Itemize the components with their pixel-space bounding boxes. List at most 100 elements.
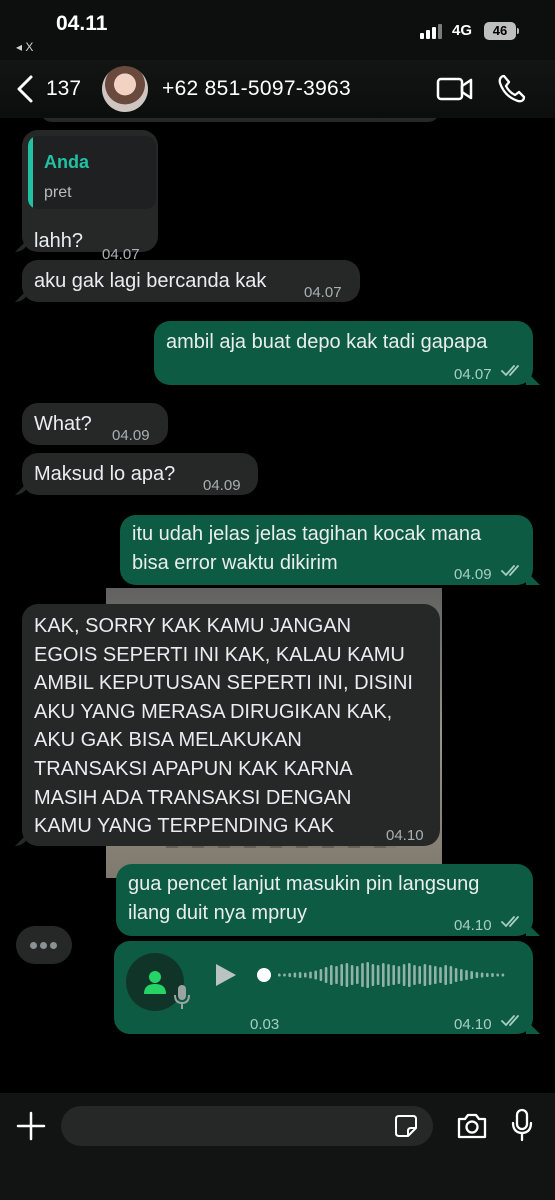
waveform-bar [439, 967, 442, 983]
waveform-bar [454, 968, 458, 982]
waveform-bar [408, 963, 411, 987]
message-time: 04.09 [112, 427, 150, 444]
waveform-bar [418, 966, 421, 984]
message-time: 04.10 [454, 1016, 492, 1033]
message-bubble-outgoing[interactable]: ambil aja buat depo kak tadi gapapa 04.0… [154, 321, 533, 385]
message-bubble-outgoing[interactable]: itu udah jelas jelas tagihan kocak mana … [120, 515, 533, 585]
message-time: 04.07 [454, 366, 492, 383]
waveform-bar [423, 964, 427, 986]
waveform-bar [366, 962, 369, 988]
sticker-icon[interactable] [394, 1114, 418, 1138]
waveform-bar [293, 972, 297, 978]
waveform-bar [319, 969, 323, 981]
waveform-bar [330, 965, 333, 985]
waveform-bar [288, 973, 291, 977]
message-bubble-incoming[interactable]: What? 04.09 [22, 403, 168, 445]
message-bubble-incoming[interactable]: aku gak lagi bercanda kak 04.07 [22, 260, 360, 302]
waveform-bar [491, 973, 494, 977]
read-receipt-icon [501, 365, 519, 377]
waveform-bar [475, 972, 479, 978]
message-list[interactable]: Anda pret lahh? 04.07 aku gak lagi berca… [0, 118, 555, 1093]
waveform-bar [397, 966, 401, 984]
waveform-bar [496, 973, 499, 977]
voice-duration: 0.03 [250, 1016, 280, 1033]
read-receipt-icon [501, 916, 519, 928]
network-type: 4G [452, 22, 473, 39]
waveform-bar [480, 972, 484, 978]
message-bubble-incoming[interactable]: Anda pret lahh? 04.07 [22, 130, 158, 263]
message-bubble-incoming[interactable]: KAK, SORRY KAK KAMU JANGAN EGOIS SEPERTI… [22, 604, 440, 846]
waveform-bar [283, 973, 286, 977]
quote-author: Anda [44, 152, 89, 172]
previous-message-bubble [40, 118, 440, 122]
message-text: Maksud lo apa? [34, 463, 176, 485]
waveform-bar [298, 972, 302, 978]
waveform-bar [361, 963, 364, 987]
message-time: 04.10 [386, 827, 424, 844]
audio-waveform[interactable] [256, 960, 514, 990]
status-time: 04.11 [56, 12, 108, 35]
waveform-bar [382, 963, 385, 987]
battery-tip [517, 28, 519, 34]
waveform-bar [460, 969, 463, 981]
waveform-bar [376, 965, 380, 985]
waveform-bar [434, 966, 437, 984]
waveform-bar [465, 970, 468, 980]
message-text: lahh? [34, 230, 83, 252]
battery-icon: 46 [484, 22, 516, 40]
typing-indicator [16, 926, 72, 964]
cellular-signal-icon [420, 23, 446, 39]
quoted-message[interactable]: Anda pret [28, 136, 156, 209]
waveform-bar [501, 973, 505, 977]
contact-name[interactable]: +62 851-5097-3963 [162, 77, 351, 101]
waveform-bar [324, 967, 328, 983]
waveform-bar [413, 965, 416, 985]
message-time: 04.07 [304, 284, 342, 301]
quote-accent-bar [28, 136, 33, 209]
waveform-bar [309, 971, 312, 979]
waveform-bar [335, 966, 338, 984]
person-icon [144, 971, 166, 994]
waveform-bar [340, 964, 343, 986]
waveform-bar [371, 964, 375, 986]
waveform-bar [345, 963, 349, 987]
voice-message-bubble[interactable]: 0.03 04.10 [114, 941, 533, 1034]
unread-count[interactable]: 137 [46, 77, 81, 101]
waveform-bar [350, 965, 354, 985]
message-text: aku gak lagi bercanda kak [34, 270, 267, 292]
quote-text: pret [44, 184, 72, 201]
waveform-bar [470, 971, 473, 979]
message-text: KAK, SORRY KAK KAMU JANGAN EGOIS SEPERTI… [34, 615, 413, 838]
message-text: gua pencet lanjut masukin pin langsung i… [128, 873, 480, 924]
camera-icon[interactable] [456, 1112, 488, 1140]
plus-icon[interactable] [16, 1111, 46, 1141]
message-bubble-incoming[interactable]: Maksud lo apa? 04.09 [22, 453, 258, 495]
waveform-bar [428, 965, 432, 985]
microphone-icon [174, 985, 190, 1009]
waveform-bar [486, 973, 489, 977]
composer-bar [0, 1093, 555, 1200]
status-bar: 04.11 ◂ X 4G 46 [0, 0, 555, 60]
play-icon[interactable] [212, 962, 238, 988]
message-text: What? [34, 413, 92, 435]
back-to-app-link[interactable]: ◂ X [16, 40, 33, 54]
microphone-icon[interactable] [511, 1108, 533, 1142]
waveform-bar [356, 966, 359, 984]
waveform-bar [392, 965, 395, 985]
video-camera-icon[interactable] [436, 74, 474, 104]
message-bubble-outgoing[interactable]: gua pencet lanjut masukin pin langsung i… [116, 864, 533, 936]
message-text: ambil aja buat depo kak tadi gapapa [166, 331, 488, 353]
waveform-bar [304, 972, 307, 978]
message-time: 04.09 [454, 566, 492, 583]
waveform-bar [449, 966, 453, 984]
waveform-bar [387, 964, 390, 986]
waveform-bar [278, 973, 281, 977]
playback-scrubber [257, 968, 271, 982]
message-input[interactable] [61, 1106, 433, 1146]
message-text: itu udah jelas jelas tagihan kocak mana … [132, 523, 482, 574]
read-receipt-icon [501, 565, 519, 577]
chevron-left-icon[interactable] [14, 74, 38, 104]
contact-avatar[interactable] [102, 66, 148, 112]
phone-icon[interactable] [496, 73, 526, 105]
chat-header: 137 +62 851-5097-3963 [0, 60, 555, 118]
